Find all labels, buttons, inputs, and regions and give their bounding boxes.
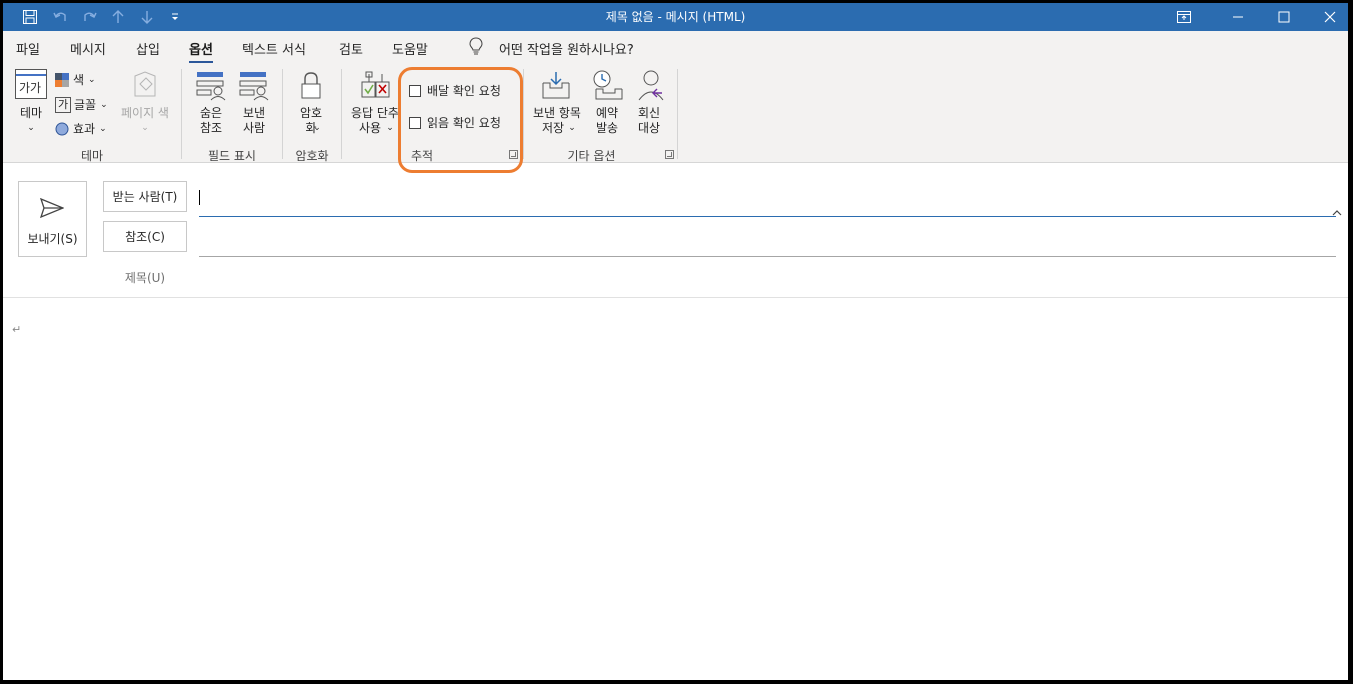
tell-me-search[interactable]: 어떤 작업을 원하시나요?: [469, 37, 634, 59]
effects-button[interactable]: 효과 ⌄: [55, 120, 107, 137]
delay-delivery-icon: [592, 69, 624, 104]
group-divider: [282, 69, 283, 159]
voting-label-line1: 응답 단추: [351, 106, 399, 120]
lightbulb-icon: [469, 37, 485, 59]
fonts-label: 글꼴: [74, 98, 97, 112]
to-field[interactable]: [199, 181, 1336, 216]
encrypt-label-line2: 화: [305, 121, 317, 135]
show-fields-group-label: 필드 표시: [208, 149, 256, 163]
colors-button[interactable]: 색 ⌄: [55, 71, 96, 88]
bcc-icon: [196, 71, 226, 104]
direct-replies-label-line1: 회신: [637, 106, 661, 120]
tab-options[interactable]: 옵션: [189, 39, 213, 63]
send-button[interactable]: 보내기(S): [18, 181, 87, 257]
subject-field[interactable]: [199, 261, 1336, 295]
to-button[interactable]: 받는 사람(T): [103, 181, 187, 212]
message-body[interactable]: ↵: [3, 299, 1348, 680]
subject-label: 제목(U): [124, 271, 166, 285]
send-icon: [39, 197, 65, 221]
from-label-line2: 사람: [242, 121, 266, 135]
voting-label-line2: 사용: [358, 121, 382, 135]
send-label: 보내기(S): [27, 232, 78, 246]
tab-help[interactable]: 도움말: [392, 39, 428, 58]
group-divider: [181, 69, 182, 159]
maximize-icon[interactable]: [1261, 3, 1307, 31]
ribbon: 가가 테마 ⌄ 색 ⌄ 가 글꼴 ⌄ 효과 ⌄ 페이지 색 ⌄ 테마 숨은 참조…: [3, 63, 1348, 216]
save-sent-icon: [541, 71, 571, 104]
paragraph-mark-icon: ↵: [12, 323, 22, 336]
effects-label: 효과: [73, 122, 96, 136]
direct-replies-label-line2: 대상: [637, 121, 661, 135]
cc-field-underline: [199, 256, 1336, 257]
chevron-down-icon: ⌄: [88, 74, 96, 85]
from-icon: [239, 71, 269, 104]
message-window: 제목 없음 - 메시지 (HTML) 파일 메시지 삽입 옵션 텍스트 서식 검…: [3, 3, 1348, 680]
chevron-down-icon: ⌄: [99, 123, 107, 134]
minimize-icon[interactable]: [1215, 3, 1261, 31]
lock-icon: [300, 71, 322, 104]
tab-file[interactable]: 파일: [16, 39, 40, 58]
tab-format-text[interactable]: 텍스트 서식: [242, 39, 306, 58]
title-bar: 제목 없음 - 메시지 (HTML): [3, 3, 1348, 31]
page-color-icon: [131, 70, 159, 103]
tab-message[interactable]: 메시지: [70, 39, 106, 58]
theme-icon: 가가: [15, 69, 47, 99]
close-icon[interactable]: [1307, 3, 1348, 31]
effects-icon: [55, 122, 69, 136]
bcc-label-line1: 숨은: [199, 106, 223, 120]
voting-icon: [361, 70, 391, 103]
delay-delivery-label-line1: 예약: [595, 106, 619, 120]
fonts-button[interactable]: 가 글꼴 ⌄: [55, 96, 108, 113]
themes-group-label: 테마: [80, 149, 104, 163]
encrypt-group-label: 암호화: [295, 149, 329, 163]
save-sent-label-line1: 보낸 항목: [533, 106, 581, 120]
bcc-label-line2: 참조: [199, 121, 223, 135]
menu-bar: 파일 메시지 삽입 옵션 텍스트 서식 검토 도움말 어떤 작업을 원하시나요?: [3, 31, 1348, 63]
window-title: 제목 없음 - 메시지 (HTML): [605, 10, 746, 24]
chevron-down-icon: ⌄: [313, 123, 321, 133]
more-options-dialog-launcher-icon[interactable]: [665, 150, 674, 159]
color-palette-icon: [55, 72, 69, 87]
encrypt-label-line1: 암호: [299, 106, 323, 120]
group-divider: [523, 69, 524, 159]
colors-label: 색: [73, 73, 85, 87]
themes-label: 테마: [19, 106, 43, 120]
group-divider: [677, 69, 678, 159]
chevron-down-icon: ⌄: [27, 123, 35, 133]
tracking-highlight: [398, 67, 523, 173]
tab-review[interactable]: 검토: [339, 39, 363, 58]
to-field-underline: [199, 216, 1336, 217]
chevron-down-icon: ⌄: [100, 99, 108, 110]
group-divider: [341, 69, 342, 159]
ribbon-display-options-icon[interactable]: [1161, 3, 1207, 31]
tell-me-text: 어떤 작업을 원하시나요?: [499, 42, 634, 58]
from-label-line1: 보낸: [242, 106, 266, 120]
header-body-divider: [3, 297, 1348, 298]
cc-button[interactable]: 참조(C): [103, 221, 187, 252]
fonts-icon: 가: [55, 96, 71, 113]
chevron-down-icon: ⌄: [141, 123, 149, 133]
delay-delivery-label-line2: 발송: [595, 121, 619, 135]
chevron-down-icon: ⌄: [568, 123, 576, 133]
chevron-down-icon: ⌄: [386, 123, 394, 133]
more-options-group-label: 기타 옵션: [567, 149, 616, 163]
cc-field[interactable]: [199, 221, 1336, 256]
direct-replies-icon: [636, 69, 666, 104]
page-color-label: 페이지 색: [121, 106, 169, 120]
tab-insert[interactable]: 삽입: [136, 39, 160, 58]
